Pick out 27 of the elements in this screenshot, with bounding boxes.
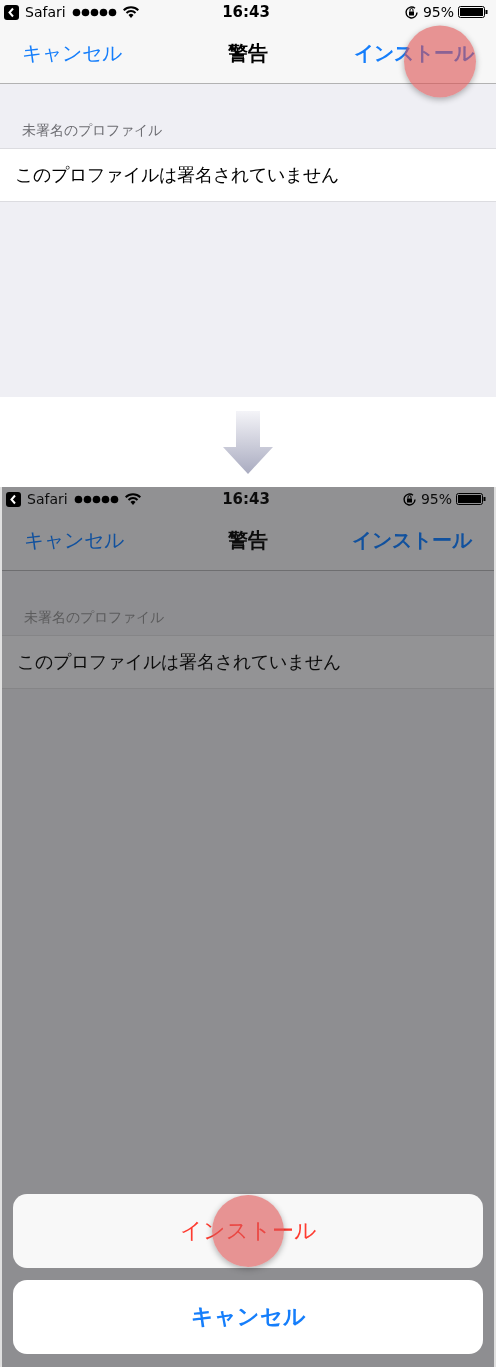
nav-title: 警告 [228, 527, 268, 554]
battery-percent: 95% [420, 491, 452, 507]
install-button[interactable]: インストール [352, 527, 472, 554]
cancel-sheet-button[interactable]: キャンセル [13, 1280, 483, 1354]
battery-icon [456, 493, 486, 505]
back-app-label[interactable]: Safari [27, 491, 68, 507]
back-icon[interactable] [6, 491, 21, 507]
cancel-button[interactable]: キャンセル [22, 40, 122, 67]
cancel-button[interactable]: キャンセル [24, 527, 124, 554]
install-button[interactable]: インストール [354, 40, 474, 67]
signal-dots-icon [73, 494, 119, 504]
wifi-icon [124, 493, 141, 505]
nav-title: 警告 [228, 40, 268, 67]
signal-dots-icon [71, 7, 117, 17]
rotation-lock-icon [403, 4, 419, 20]
wifi-icon [122, 6, 139, 18]
section-header: 未署名のプロファイル [21, 122, 163, 140]
profile-status-row: このプロファイルは署名されていません [0, 148, 496, 202]
back-app-label[interactable]: Safari [25, 4, 66, 20]
back-icon[interactable] [4, 4, 19, 20]
rotation-lock-icon [401, 491, 417, 507]
status-time: 16:43 [222, 490, 270, 508]
battery-percent: 95% [422, 4, 454, 20]
profile-status-row: このプロファイルは署名されていません [2, 635, 494, 689]
status-time: 16:43 [222, 3, 270, 21]
down-arrow-icon [223, 410, 273, 474]
battery-icon [458, 6, 488, 18]
